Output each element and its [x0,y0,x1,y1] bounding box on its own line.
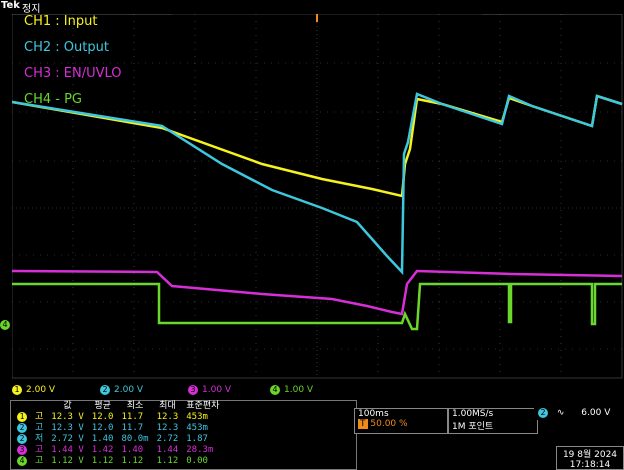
acquisition-box[interactable]: 1.00MS/s 1M 포인트 [448,408,538,434]
datetime-box: 19 8월 2024 17:18:14 [556,446,624,470]
table-row: 3 고 1.44 V 1.42 1.40 1.44 28.3m [13,445,223,456]
time-text: 17:18:14 [569,460,611,470]
sample-rate: 1.00MS/s [452,409,494,419]
legend-ch1: CH1 : Input [24,14,98,29]
ch3-trace [12,269,623,316]
table-row: 1 고 12.3 V 12.0 11.7 12.3 453m [13,412,223,423]
channel-scale-bar: 1 2.00 V 2 2.00 V 3 1.00 V 4 1.00 V [0,384,350,398]
ch4-scale[interactable]: 4 1.00 V [270,384,313,396]
legend-ch2: CH2 : Output [24,40,109,55]
trigger-position: T 50.00 % [358,419,408,429]
timebase-scale: 100ms [358,409,389,419]
measurement-header: 값 평균 최소 최대 표준편차 [63,401,220,411]
ch4-ground-label: 4 [0,320,10,330]
trigger-pos-icon: T [358,419,368,429]
table-row: 4 고 1.12 V 1.12 1.12 1.12 0.00 [13,456,223,467]
measurement-table: 값 평균 최소 최대 표준편차 1 고 12.3 V 12.0 11.7 12.… [13,401,223,467]
date-text: 19 8월 2024 [562,450,618,460]
legend-ch3: CH3 : EN/UVLO [24,66,122,81]
ch2-scale[interactable]: 2 2.00 V [100,384,143,396]
ch3-scale[interactable]: 3 1.00 V [188,384,231,396]
run-status: 정지 [22,4,41,15]
trigger-position-marker[interactable] [312,14,322,22]
table-row: 2 저 2.72 V 1.40 80.0m 2.72 1.87 [13,434,223,445]
record-length: 1M 포인트 [452,422,494,432]
measurement-panel: 값 평균 최소 최대 표준편차 1 고 12.3 V 12.0 11.7 12.… [10,400,357,470]
trigger-level: 6.00 V [581,408,611,418]
trigger-source-icon: 2 [538,408,548,418]
table-row: 2 고 12.3 V 12.0 11.7 12.3 453m [13,423,223,434]
status-bar: Tek 정지 [0,0,624,15]
ch1-scale[interactable]: 1 2.00 V [12,384,55,396]
trigger-box[interactable]: 2 ∿ 6.00 V [534,408,624,420]
trigger-slope-icon: ∿ [556,408,565,418]
timebase-box[interactable]: 100ms T 50.00 % [354,408,448,434]
legend-ch4: CH4 - PG [24,92,82,107]
brand-logo: Tek [1,0,20,11]
